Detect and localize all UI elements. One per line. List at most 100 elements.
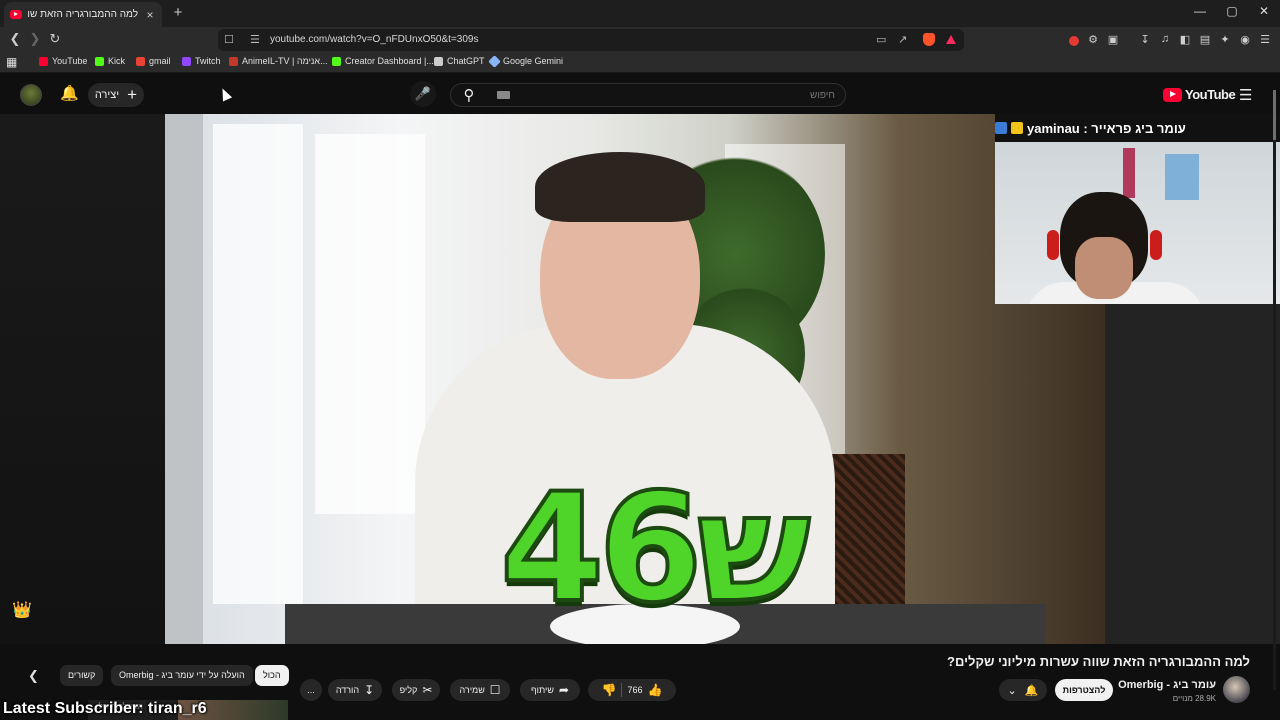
- search-box: ⚲: [450, 83, 846, 107]
- chip-related[interactable]: קשורים: [60, 665, 104, 686]
- bookmark-youtube[interactable]: YouTube: [39, 56, 87, 66]
- crown-emote-icon: 👑: [12, 602, 32, 619]
- create-label: יצירה: [94, 89, 120, 101]
- subscription-bell-button[interactable]: ⌄ 🔔: [999, 679, 1047, 701]
- address-bar[interactable]: ☐ ☰ youtube.com/watch?v=O_nFDUnxO50&t=30…: [218, 29, 964, 51]
- window-frame: [165, 114, 203, 644]
- like-thumb-icon[interactable]: 👍: [648, 683, 663, 697]
- bookmark-page-icon[interactable]: ☐: [224, 33, 234, 46]
- search-input[interactable]: [487, 89, 845, 101]
- reload-icon[interactable]: ↻: [46, 31, 64, 47]
- browser-menu-icon[interactable]: ☰: [1258, 33, 1272, 46]
- dislike-thumb-icon[interactable]: 👎: [602, 683, 617, 697]
- bookmark-gemini[interactable]: Google Gemini: [488, 54, 564, 68]
- bookmark-kick[interactable]: Kick: [95, 56, 125, 66]
- cast-icon[interactable]: ▭: [876, 33, 886, 46]
- page-scrollbar[interactable]: [1273, 90, 1276, 690]
- bookmark-label: Creator Dashboard |...: [345, 56, 434, 66]
- new-tab-button[interactable]: +: [170, 4, 186, 21]
- streamer-face: [1075, 237, 1133, 299]
- bookmark-animeil[interactable]: AnimeIL-TV | אנימה...: [229, 56, 328, 66]
- youtube-favicon-icon: [10, 10, 22, 19]
- bookmark-label: AnimeIL-TV | אנימה...: [242, 56, 328, 66]
- chevron-left-icon[interactable]: ❮: [28, 668, 39, 684]
- restore-button[interactable]: ▢: [1216, 4, 1248, 18]
- bookmark-label: Google Gemini: [503, 56, 564, 66]
- like-count[interactable]: 766: [627, 685, 642, 695]
- more-actions-button[interactable]: ...: [300, 679, 322, 701]
- emote-icon: [1011, 122, 1023, 134]
- save-label: שמירה: [459, 685, 485, 695]
- url-text[interactable]: youtube.com/watch?v=O_nFDUnxO50&t=309s: [270, 34, 478, 45]
- create-button[interactable]: יצירה +: [88, 83, 144, 107]
- share-label: שיתוף: [531, 685, 554, 695]
- youtube-logo[interactable]: YouTube: [1163, 87, 1236, 102]
- channel-name[interactable]: עומר ביג - Omerbig: [1118, 679, 1216, 691]
- extension-record-icon[interactable]: [1069, 36, 1079, 46]
- guide-menu-icon[interactable]: ☰: [1239, 86, 1252, 104]
- site-info-icon[interactable]: ☰: [250, 33, 260, 46]
- vpn-icon[interactable]: ◉: [1238, 33, 1252, 46]
- clip-button[interactable]: ✂ קליפ: [392, 679, 440, 701]
- stream-right-panel: [1105, 304, 1280, 644]
- channel-avatar[interactable]: [1223, 676, 1250, 703]
- youtube-play-icon: [1163, 87, 1182, 102]
- chevron-down-icon: ⌄: [1007, 684, 1017, 697]
- close-window-button[interactable]: ✕: [1248, 4, 1280, 18]
- scrollbar-thumb[interactable]: [1273, 90, 1276, 140]
- bookmark-label: Kick: [108, 56, 126, 66]
- window-pane: [315, 134, 425, 514]
- share-page-icon[interactable]: ↗: [898, 33, 907, 46]
- download-icon[interactable]: ↧: [1138, 33, 1152, 46]
- chip-all[interactable]: הכול: [255, 665, 289, 686]
- divider: [621, 683, 623, 697]
- more-icon: ...: [307, 685, 315, 695]
- download-label: הורדה: [335, 685, 360, 695]
- share-button[interactable]: ➦ שיתוף: [520, 679, 580, 701]
- brave-rewards-icon[interactable]: [946, 35, 956, 44]
- chip-uploaded-by[interactable]: הועלה על ידי עומר ביג - Omerbig: [111, 665, 253, 686]
- twitch-icon: [182, 56, 191, 66]
- streamer-webcam: [995, 142, 1280, 304]
- ai-assistant-icon[interactable]: ✦: [1218, 33, 1232, 46]
- keyboard-icon[interactable]: [497, 91, 510, 99]
- media-icon[interactable]: ♫: [1158, 33, 1172, 45]
- bookmark-gmail[interactable]: gmail: [136, 56, 171, 66]
- bookmark-label: YouTube: [52, 56, 88, 66]
- gmail-icon: [136, 56, 145, 66]
- like-dislike-bar: 👍 766 👎: [588, 679, 676, 701]
- video-player[interactable]: 46ש: [165, 114, 1105, 644]
- bookmark-twitch[interactable]: Twitch: [182, 56, 221, 66]
- chatgpt-icon: [434, 56, 443, 66]
- bookmark-creator-dashboard[interactable]: Creator Dashboard |...: [332, 56, 434, 66]
- join-button[interactable]: להצטרפות: [1055, 679, 1113, 701]
- wallet-icon[interactable]: ▤: [1198, 33, 1212, 46]
- brave-shields-icon[interactable]: [923, 33, 935, 46]
- minimize-button[interactable]: —: [1184, 4, 1216, 18]
- account-avatar[interactable]: [20, 84, 42, 106]
- search-icon[interactable]: ⚲: [451, 86, 487, 104]
- back-icon[interactable]: ❮: [6, 31, 24, 47]
- clip-label: קליפ: [399, 685, 418, 695]
- download-icon: ↧: [364, 683, 375, 697]
- video-title: למה ההמבורגריה הזאת שווה עשרות מיליוני ש…: [947, 654, 1250, 669]
- bookmark-chatgpt[interactable]: ChatGPT: [434, 56, 485, 66]
- subscriber-count: 28.9K מנויים: [1172, 694, 1216, 703]
- share-icon: ➦: [558, 683, 569, 697]
- bookmark-label: ChatGPT: [447, 56, 485, 66]
- webcam-name-banner: עומר ביג פראייר : yaminau: [995, 114, 1280, 142]
- save-button[interactable]: ☐ שמירה: [450, 679, 510, 701]
- animeil-icon: [229, 56, 238, 66]
- notifications-bell-icon[interactable]: 🔔: [60, 84, 79, 102]
- apps-grid-icon[interactable]: ▦: [6, 55, 17, 69]
- browser-tab[interactable]: למה ההמבורגריה הזאת שווה עש ×: [4, 2, 162, 27]
- bell-icon: 🔔: [1024, 684, 1039, 697]
- forward-icon[interactable]: ❯: [26, 31, 44, 47]
- tab-close-icon[interactable]: ×: [144, 8, 156, 22]
- youtube-wordmark: YouTube: [1185, 87, 1236, 102]
- sidebar-icon[interactable]: ◧: [1178, 33, 1192, 46]
- download-button[interactable]: ↧ הורדה: [328, 679, 382, 701]
- extension-puzzle-icon[interactable]: ⚙: [1086, 33, 1100, 46]
- extension-screen-icon[interactable]: ▣: [1106, 33, 1120, 46]
- voice-search-icon[interactable]: 🎤: [410, 81, 436, 107]
